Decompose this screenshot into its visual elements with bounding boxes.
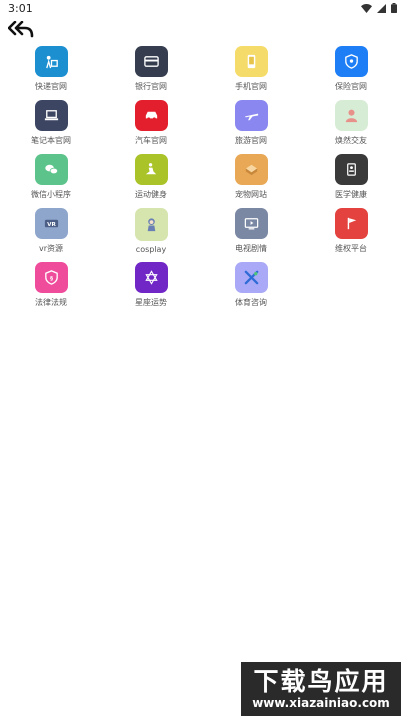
watermark-url: www.xiazainiao.com: [252, 696, 390, 710]
tv-icon: [234, 208, 268, 239]
app-label: 法律法规: [35, 298, 67, 307]
app-item-kuaidi[interactable]: 快递官网: [1, 46, 101, 92]
app-item-yixue[interactable]: 医学健康: [301, 154, 401, 200]
status-icons: [361, 3, 397, 13]
fitness-icon: [134, 154, 168, 185]
sports-icon: [234, 262, 268, 293]
app-label: 旅游官网: [235, 136, 267, 145]
app-item-tiyu[interactable]: 体育咨询: [201, 262, 301, 308]
back-button[interactable]: [6, 18, 36, 40]
app-label: 保险官网: [335, 82, 367, 91]
status-time: 3:01: [8, 2, 33, 15]
app-label: 快递官网: [35, 82, 67, 91]
pet-icon: [234, 154, 268, 185]
app-label: 汽车官网: [135, 136, 167, 145]
laptop-icon: [34, 100, 68, 131]
app-label: 焕然交友: [335, 136, 367, 145]
cosplay-icon: [134, 208, 168, 241]
delivery-icon: [34, 46, 68, 77]
airplane-icon: [234, 100, 268, 131]
app-label: 电视剧情: [235, 244, 267, 253]
phone-icon: [234, 46, 268, 77]
bank-card-icon: [134, 46, 168, 77]
app-label: 体育咨询: [235, 298, 267, 307]
app-item-chongwu[interactable]: 宠物网站: [201, 154, 301, 200]
app-item-huanxin[interactable]: 焕然交友: [301, 100, 401, 146]
app-grid: 快递官网 银行官网 手机官网 保险官网 笔记本官网 汽车官网 旅游官网 焕然交友…: [0, 46, 403, 308]
battery-icon: [391, 3, 397, 13]
svg-text:VR: VR: [47, 222, 56, 228]
app-item-baoxian[interactable]: 保险官网: [301, 46, 401, 92]
app-item-bijiben[interactable]: 笔记本官网: [1, 100, 101, 146]
medical-icon: [334, 154, 368, 185]
app-item-falv[interactable]: § 法律法规: [1, 262, 101, 308]
app-item-weiquan[interactable]: 维权平台: [301, 208, 401, 254]
app-label: 银行官网: [135, 82, 167, 91]
reply-all-icon: [8, 20, 34, 37]
law-icon: §: [34, 262, 68, 293]
car-icon: [134, 100, 168, 131]
app-label: 医学健康: [335, 190, 367, 199]
app-label: 星座运势: [135, 298, 167, 307]
app-item-qiche[interactable]: 汽车官网: [101, 100, 201, 146]
signal-icon: [377, 3, 386, 13]
shield-icon: [334, 46, 368, 77]
app-label: 运动健身: [135, 190, 167, 199]
wechat-icon: [34, 154, 68, 185]
app-item-vr[interactable]: VR vr资源: [1, 208, 101, 254]
app-label: 微信小程序: [31, 190, 71, 199]
app-item-xingzuo[interactable]: 星座运势: [101, 262, 201, 308]
star-icon: [134, 262, 168, 293]
friends-icon: [334, 100, 368, 131]
app-label: cosplay: [135, 245, 167, 254]
app-label: 宠物网站: [235, 190, 267, 199]
app-item-yundong[interactable]: 运动健身: [101, 154, 201, 200]
vr-icon: VR: [34, 208, 68, 239]
app-item-cosplay[interactable]: cosplay: [101, 208, 201, 254]
app-item-dianshi[interactable]: 电视剧情: [201, 208, 301, 254]
app-label: 维权平台: [335, 244, 367, 253]
wifi-icon: [361, 3, 372, 13]
app-item-shouji[interactable]: 手机官网: [201, 46, 301, 92]
app-item-yinhang[interactable]: 银行官网: [101, 46, 201, 92]
svg-text:§: §: [50, 276, 53, 282]
app-item-weixin[interactable]: 微信小程序: [1, 154, 101, 200]
app-label: 笔记本官网: [31, 136, 71, 145]
flag-icon: [334, 208, 368, 239]
app-label: vr资源: [38, 244, 64, 253]
app-item-lvyou[interactable]: 旅游官网: [201, 100, 301, 146]
status-bar: 3:01: [0, 0, 403, 18]
watermark: 下载鸟应用 www.xiazainiao.com: [241, 662, 401, 716]
watermark-title: 下载鸟应用: [253, 667, 389, 696]
app-label: 手机官网: [235, 82, 267, 91]
